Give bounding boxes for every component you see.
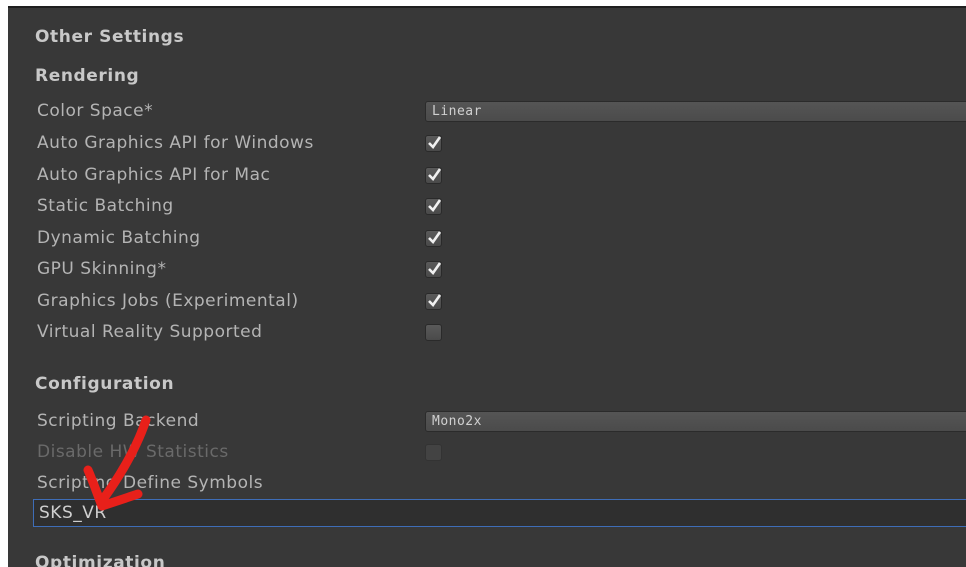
auto-graphics-api-windows-checkbox[interactable] bbox=[425, 135, 442, 152]
section-header-optimization: Optimization bbox=[35, 553, 166, 567]
section-header-rendering: Rendering bbox=[35, 66, 140, 86]
graphics-jobs-label: Graphics Jobs (Experimental) bbox=[37, 291, 299, 311]
gpu-skinning-label: GPU Skinning* bbox=[37, 259, 167, 279]
checkmark-icon bbox=[428, 262, 442, 276]
disable-hw-statistics-checkbox bbox=[425, 444, 442, 461]
red-arrow-annotation-icon bbox=[83, 415, 151, 511]
checkmark-icon bbox=[428, 136, 442, 150]
static-batching-label: Static Batching bbox=[37, 196, 174, 216]
checkmark-icon bbox=[428, 168, 442, 182]
virtual-reality-supported-label: Virtual Reality Supported bbox=[37, 322, 263, 342]
panel-top-border bbox=[8, 6, 966, 8]
checkmark-icon bbox=[428, 294, 442, 308]
gpu-skinning-checkbox[interactable] bbox=[425, 261, 442, 278]
static-batching-checkbox[interactable] bbox=[425, 198, 442, 215]
color-space-dropdown[interactable]: Linear bbox=[425, 101, 966, 122]
graphics-jobs-checkbox[interactable] bbox=[425, 293, 442, 310]
auto-graphics-api-windows-label: Auto Graphics API for Windows bbox=[37, 133, 314, 153]
checkmark-icon bbox=[428, 231, 442, 245]
scripting-define-symbols-field[interactable]: SKS_VR bbox=[33, 499, 966, 527]
dynamic-batching-checkbox[interactable] bbox=[425, 230, 442, 247]
auto-graphics-api-mac-label: Auto Graphics API for Mac bbox=[37, 165, 271, 185]
section-header-configuration: Configuration bbox=[35, 374, 175, 394]
player-settings-panel: Other Settings Rendering Color Space* Li… bbox=[8, 6, 966, 567]
color-space-label: Color Space* bbox=[37, 101, 154, 121]
checkmark-icon bbox=[428, 199, 442, 213]
dynamic-batching-label: Dynamic Batching bbox=[37, 228, 201, 248]
virtual-reality-supported-checkbox[interactable] bbox=[425, 324, 442, 341]
auto-graphics-api-mac-checkbox[interactable] bbox=[425, 167, 442, 184]
scripting-backend-dropdown[interactable]: Mono2x bbox=[425, 411, 966, 432]
section-header-other-settings[interactable]: Other Settings bbox=[35, 27, 184, 47]
